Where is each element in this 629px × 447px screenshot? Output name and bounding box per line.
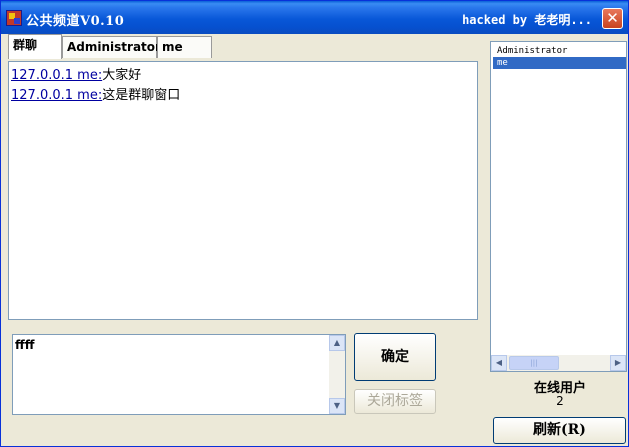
message-sender-link[interactable]: 127.0.0.1 me: [11,88,102,103]
online-user-list[interactable]: Administrator me ◀ ||| ▶ [490,41,627,372]
confirm-button[interactable]: 确定 [354,333,436,381]
refresh-button[interactable]: 刷新(R) [493,417,626,444]
message-text: 大家好 [102,68,142,83]
scroll-down-icon[interactable]: ▼ [329,398,345,414]
input-scrollbar[interactable]: ▲ ▼ [329,335,345,414]
window-title: 公共频道V0.10 [26,14,125,29]
chat-message: 127.0.0.1 me:这是群聊窗口 [11,86,475,106]
title-bar[interactable]: 公共频道V0.10 hacked by 老老明... ✕ [1,1,628,34]
user-list-item-selected[interactable]: me [493,57,626,69]
message-sender-link[interactable]: 127.0.0.1 me: [11,68,102,83]
user-list-item[interactable]: Administrator [493,45,626,57]
chat-history[interactable]: 127.0.0.1 me:大家好 127.0.0.1 me:这是群聊窗口 [8,61,478,320]
chat-message: 127.0.0.1 me:大家好 [11,66,475,86]
online-users-count: 2 [556,394,564,408]
app-icon [6,10,22,26]
tab-label: Administrator [67,40,161,54]
tab-label: 群聊 [13,38,38,52]
close-tab-button[interactable]: 关闭标签 [354,389,436,414]
scroll-left-icon[interactable]: ◀ [491,355,507,371]
scroll-right-icon[interactable]: ▶ [610,355,626,371]
tab-me[interactable]: me [157,36,212,58]
user-list-hscrollbar[interactable]: ◀ ||| ▶ [491,355,626,371]
scroll-thumb[interactable]: ||| [509,356,559,370]
close-icon[interactable]: ✕ [602,8,623,29]
message-input-value: ffff [15,338,35,352]
tab-group-chat[interactable]: 群聊 [8,34,62,59]
chat-window: 公共频道V0.10 hacked by 老老明... ✕ 群聊 Administ… [0,0,629,447]
title-credit: hacked by 老老明... [462,13,592,27]
message-text: 这是群聊窗口 [102,88,181,103]
tab-label: me [162,40,183,54]
message-input[interactable]: ffff ▲ ▼ [12,334,346,415]
scroll-up-icon[interactable]: ▲ [329,335,345,351]
tab-administrator[interactable]: Administrator [62,36,161,58]
